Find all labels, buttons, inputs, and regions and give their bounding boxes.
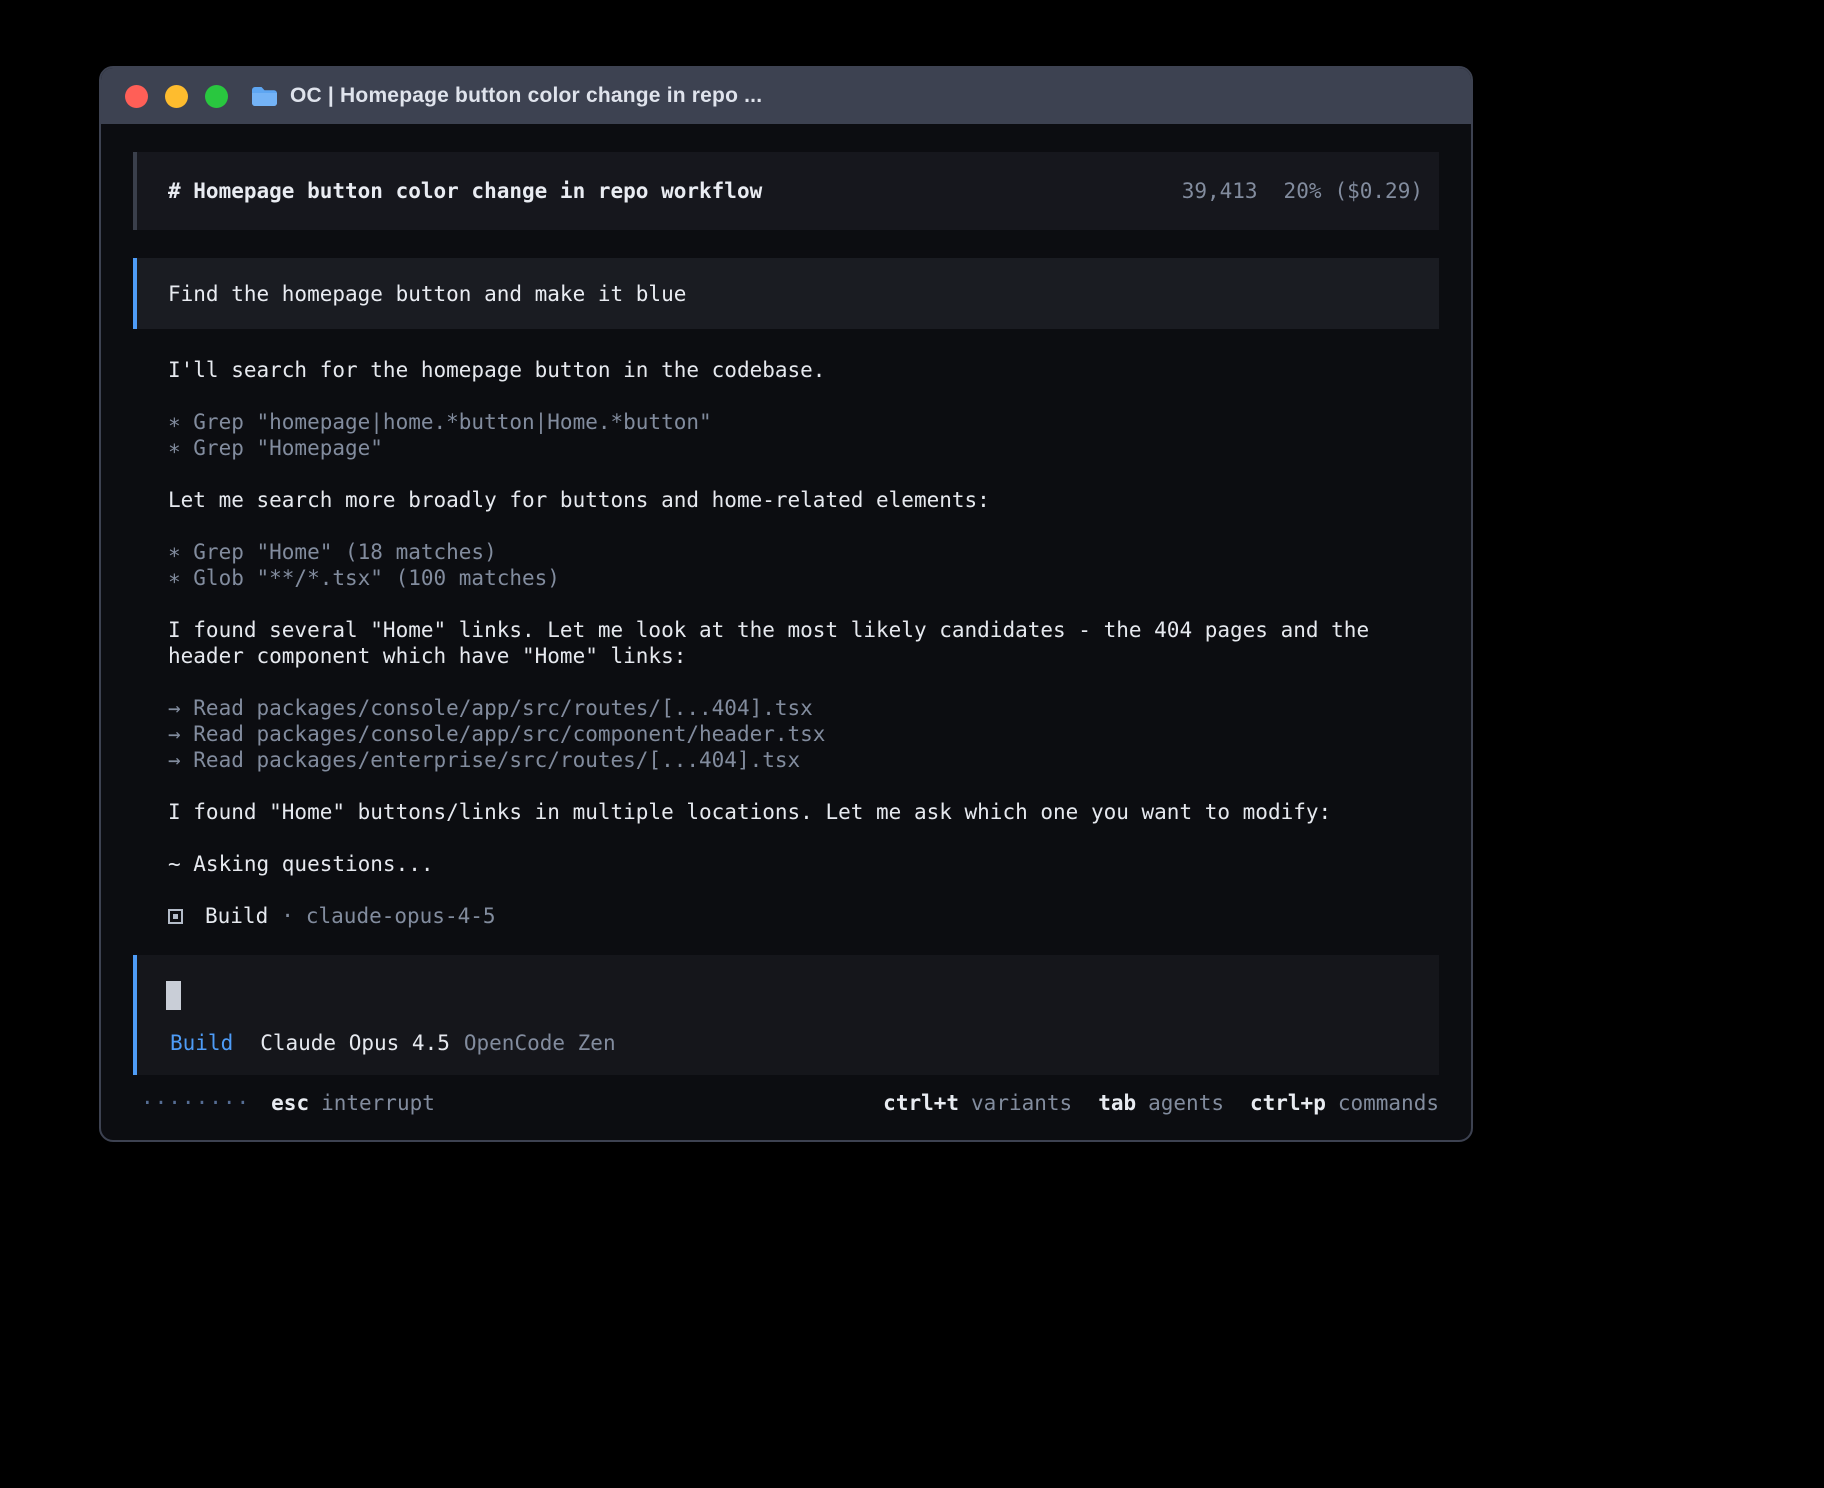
esc-key-hint: esc [271,1091,309,1115]
window-titlebar[interactable]: OC | Homepage button color change in rep… [101,68,1471,124]
input-meta-row: Build Claude Opus 4.5 OpenCode Zen [170,1031,616,1055]
tool-call-line: ∗ Glob "**/*.tsx" (100 matches) [168,565,1409,591]
session-stats: 39,413 20% ($0.29) [1182,179,1423,203]
shortcut-variants: ctrl+t variants [883,1091,1072,1115]
fullscreen-window-button[interactable] [205,85,228,108]
assistant-message: I found "Home" buttons/links in multiple… [168,799,1409,825]
agent-name: Build [205,903,268,929]
shortcut-commands: ctrl+p commands [1250,1091,1439,1115]
window-title: OC | Homepage button color change in rep… [290,84,762,108]
traffic-lights [125,85,228,108]
tab-key-hint: tab [1098,1091,1136,1115]
assistant-message: I'll search for the homepage button in t… [168,357,1409,383]
text-cursor [166,981,181,1010]
ctrl-p-key-action: commands [1338,1091,1439,1115]
terminal-content: # Homepage button color change in repo w… [101,124,1471,1115]
session-cost: ($0.29) [1334,179,1423,203]
conversation-transcript: I'll search for the homepage button in t… [168,357,1409,929]
prompt-input[interactable]: Build Claude Opus 4.5 OpenCode Zen [133,955,1439,1075]
tool-call-line: ∗ Grep "homepage|home.*button|Home.*butt… [168,409,1409,435]
terminal-window: OC | Homepage button color change in rep… [99,66,1473,1142]
agent-icon [168,909,183,924]
assistant-message: I found several "Home" links. Let me loo… [168,617,1409,669]
tool-call-line: ∗ Grep "Homepage" [168,435,1409,461]
token-count: 39,413 [1182,179,1258,203]
agent-status-line: Build · claude-opus-4-5 [168,903,1409,929]
shortcut-hints: ctrl+t variants tab agents ctrl+p comman… [883,1091,1439,1115]
ctrl-p-key-hint: ctrl+p [1250,1091,1326,1115]
tool-call-group: ∗ Grep "Home" (18 matches) ∗ Glob "**/*.… [168,539,1409,591]
tool-call-group: ∗ Grep "homepage|home.*button|Home.*butt… [168,409,1409,461]
assistant-message: Let me search more broadly for buttons a… [168,487,1409,513]
agent-mode-label[interactable]: Build [170,1031,233,1055]
folder-icon [251,85,278,107]
spinner-dots: ········ [141,1091,250,1115]
user-message: Find the homepage button and make it blu… [133,258,1439,329]
session-title: # Homepage button color change in repo w… [168,179,762,203]
working-status-line: ~ Asking questions... [168,851,1409,877]
user-message-text: Find the homepage button and make it blu… [168,282,686,306]
tool-call-line: → Read packages/console/app/src/routes/[… [168,695,1409,721]
session-header: # Homepage button color change in repo w… [133,152,1439,230]
model-label[interactable]: Claude Opus 4.5 [260,1031,450,1055]
agent-model-label: claude-opus-4-5 [306,903,496,929]
shortcut-agents: tab agents [1098,1091,1224,1115]
tool-call-line: → Read packages/enterprise/src/routes/[.… [168,747,1409,773]
tool-call-group: → Read packages/console/app/src/routes/[… [168,695,1409,773]
context-percent: 20% [1284,179,1322,203]
status-bar: ········ esc interrupt ctrl+t variants t… [133,1091,1439,1115]
ctrl-t-key-hint: ctrl+t [883,1091,959,1115]
provider-label: OpenCode Zen [464,1031,616,1055]
tool-call-line: ∗ Grep "Home" (18 matches) [168,539,1409,565]
tool-call-line: → Read packages/console/app/src/componen… [168,721,1409,747]
minimize-window-button[interactable] [165,85,188,108]
ctrl-t-key-action: variants [971,1091,1072,1115]
agent-separator: · [281,903,294,929]
esc-key-action: interrupt [321,1091,435,1115]
tab-key-action: agents [1148,1091,1224,1115]
close-window-button[interactable] [125,85,148,108]
